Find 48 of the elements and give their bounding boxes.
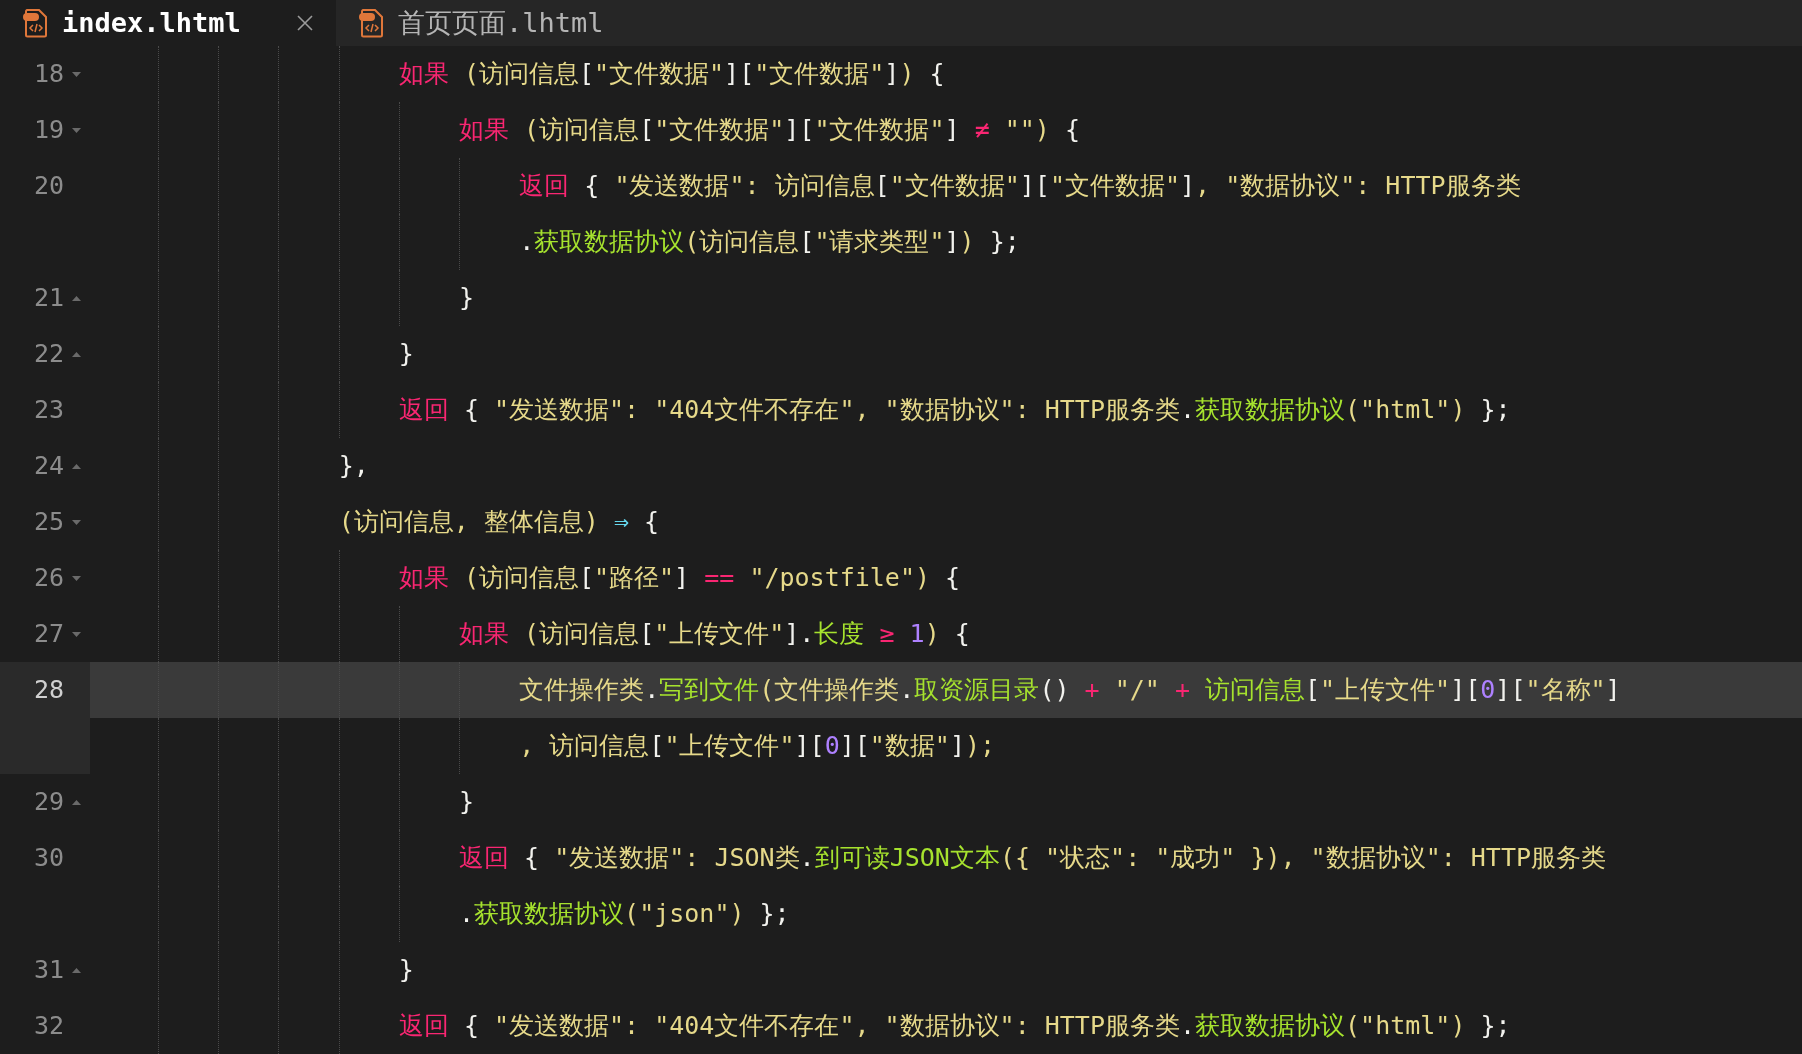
line-number: 20 [32,170,65,203]
close-icon[interactable] [296,14,314,32]
caret-down-icon[interactable] [72,71,81,77]
code-file-icon [358,8,386,38]
editor-tab[interactable]: 首页页面.lhtml [336,0,626,46]
editor-tab[interactable]: index.lhtml [0,0,336,46]
line-number: 19 [32,114,65,147]
line-number: 30 [32,842,65,875]
code-line: } [398,954,414,987]
line-number: 25 [32,506,65,539]
line-number: 22 [32,338,65,371]
code-line: 如果 (访问信息["文件数据"]["文件数据"] ≠ "") { [459,114,1080,147]
code-line: .获取数据协议("json") }; [459,898,790,931]
code-line: (访问信息, 整体信息) ⇒ { [338,506,660,539]
line-number: 29 [32,786,65,819]
code-line: 返回 { "发送数据": JSON类.到可读JSON文本({ "状态": "成功" }), "数据协议": HTTP服务类 [459,842,1607,875]
line-number: 27 [32,618,65,651]
line-number: 23 [32,394,65,427]
caret-down-icon[interactable] [72,631,81,637]
code-line: 如果 (访问信息["文件数据"]["文件数据"]) { [398,58,945,91]
caret-up-icon[interactable] [72,463,81,469]
code-file-icon [22,8,50,38]
line-number: 24 [32,450,65,483]
code-line: }, [338,450,369,483]
line-number: 21 [32,282,65,315]
caret-up-icon[interactable] [72,295,81,301]
line-number: 31 [32,954,65,987]
code-line: 返回 { "发送数据": "404文件不存在", "数据协议": HTTP服务类.获取数据协议("html") }; [398,394,1511,427]
caret-up-icon[interactable] [72,967,81,973]
code-line: , 访问信息["上传文件"][0]["数据"]); [519,730,996,763]
code-line: } [459,282,475,315]
code-line: 返回 { "发送数据": 访问信息["文件数据"]["文件数据"], "数据协议": HTTP服务类 [519,170,1521,203]
caret-down-icon[interactable] [72,127,81,133]
caret-up-icon[interactable] [72,799,81,805]
code-line: 文件操作类.写到文件(文件操作类.取资源目录() + "/" + 访问信息["上传文件"][0]["名称"] [519,674,1621,707]
code-line: } [459,786,475,819]
caret-down-icon[interactable] [72,575,81,581]
line-number: 28 [32,674,65,707]
code-line: .获取数据协议(访问信息["请求类型"]) }; [519,226,1020,259]
code-line: 如果 (访问信息["上传文件"].长度 ≥ 1) { [459,618,970,651]
code-line: } [398,338,414,371]
line-number: 32 [32,1010,65,1043]
line-number: 18 [32,58,65,91]
code-line: 返回 { "发送数据": "404文件不存在", "数据协议": HTTP服务类.获取数据协议("html") }; [398,1010,1511,1043]
caret-up-icon[interactable] [72,351,81,357]
caret-down-icon[interactable] [72,519,81,525]
code-line: 如果 (访问信息["路径"] == "/postfile") { [398,562,961,595]
line-number: 26 [32,562,65,595]
